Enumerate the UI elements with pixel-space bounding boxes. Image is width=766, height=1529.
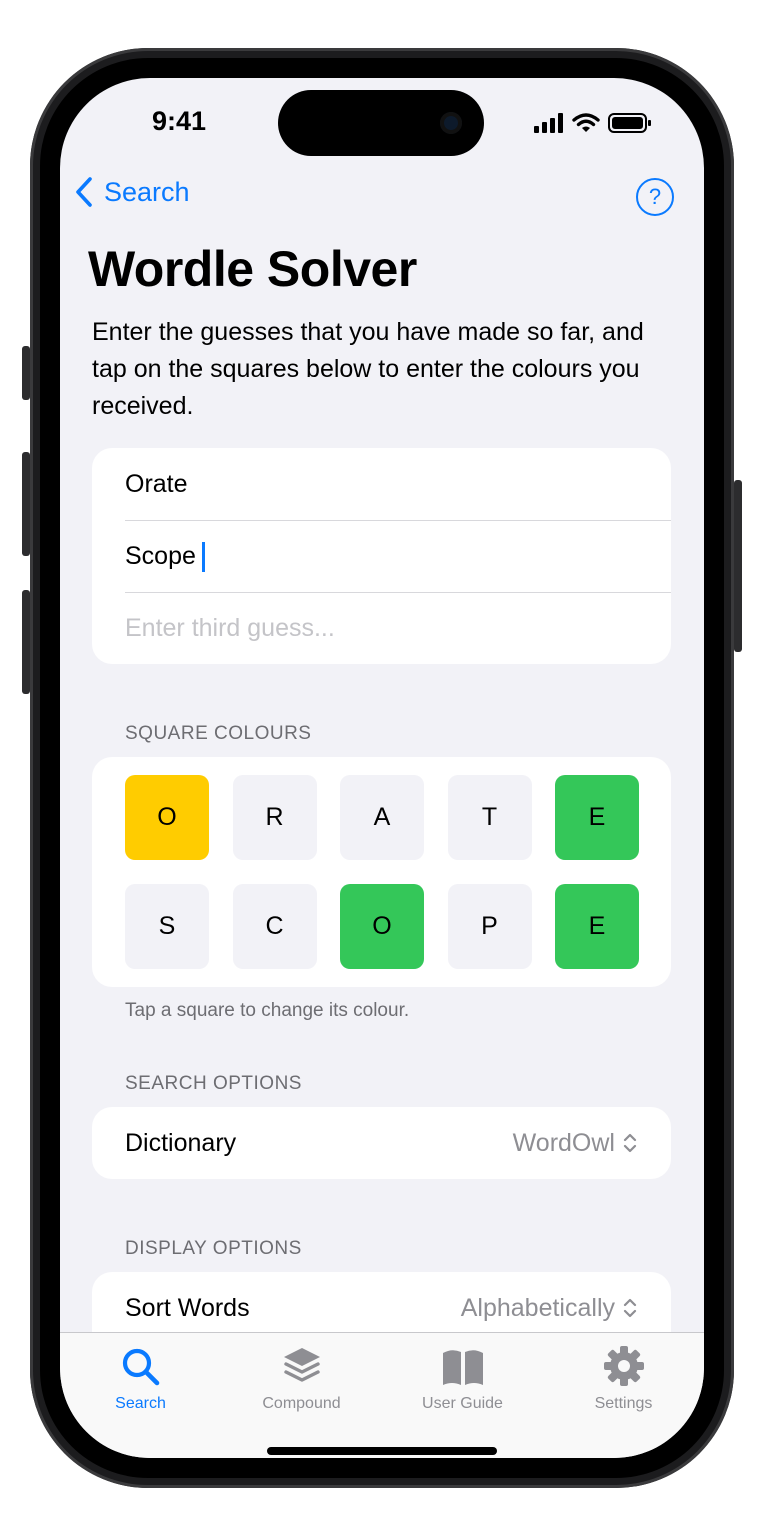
page-title: Wordle Solver [88,241,417,297]
letter-tile[interactable]: O [125,775,209,860]
search-options-card: Dictionary WordOwl [92,1107,671,1179]
guesses-card [92,448,671,664]
magnifying-glass-icon [122,1348,159,1386]
chevron-up-down-icon [623,1133,637,1153]
app-screen: 9:41 Search ? Wordle Solver Enter the gu… [60,78,704,1458]
front-camera [440,112,462,134]
help-button[interactable]: ? [636,178,674,216]
letter-tile[interactable]: P [447,884,532,969]
back-button[interactable]: Search [74,176,190,208]
letter-tile[interactable]: A [340,775,424,860]
action-button [22,346,30,400]
volume-up-button [22,452,30,556]
letter-tile[interactable]: S [125,884,209,969]
power-button [734,480,742,652]
guess-row-first [92,448,671,520]
intro-text: Enter the guesses that you have made so … [92,318,644,420]
tab-compound-label: Compound [262,1395,341,1412]
volume-down-button [22,590,30,694]
display-options-header: DISPLAY OPTIONS [125,1238,302,1259]
back-button-label: Search [104,176,190,207]
chevron-left-icon [76,177,92,207]
text-caret [202,542,205,572]
status-time: 9:41 [152,106,207,136]
wifi-icon [572,113,600,132]
dictionary-value: WordOwl [512,1129,615,1157]
tab-user-guide[interactable]: User Guide [382,1341,543,1413]
dynamic-island [278,90,484,156]
status-icons [534,112,652,134]
square-colours-header: SQUARE COLOURS [125,723,312,744]
battery-icon [608,113,651,133]
square-colours-card: O R A T E S C O P E [92,757,671,987]
tab-user-guide-label: User Guide [422,1395,503,1412]
dictionary-picker[interactable]: Dictionary WordOwl [92,1107,671,1179]
gear-icon [603,1346,644,1386]
square-colours-footnote: Tap a square to change its colour. [125,1000,410,1021]
guess-row-third [92,592,671,664]
tab-compound[interactable]: Compound [221,1341,382,1413]
tile-grid: O R A T E S C O P E [125,775,639,969]
search-options-header: SEARCH OPTIONS [125,1073,302,1094]
letter-tile[interactable]: E [555,775,639,860]
letter-tile[interactable]: O [340,884,424,969]
letter-tile[interactable]: E [555,884,639,969]
home-indicator [267,1447,497,1455]
chevron-up-down-icon [623,1298,637,1318]
letter-tile[interactable]: T [447,775,532,860]
dictionary-label: Dictionary [125,1129,237,1157]
tab-settings[interactable]: Settings [543,1341,704,1413]
letter-tile[interactable]: C [232,884,317,969]
cellular-signal-icon [534,113,563,133]
third-guess-input[interactable] [125,592,645,664]
guess-row-second [92,520,671,592]
first-guess-input[interactable] [125,448,645,520]
tab-search[interactable]: Search [60,1341,221,1413]
tab-settings-label: Settings [594,1395,653,1412]
tab-search-label: Search [115,1395,166,1412]
open-book-icon [442,1350,483,1385]
dictionary-value-wrap: WordOwl [513,1107,637,1179]
letter-tile[interactable]: R [232,775,317,860]
tab-bar: Search Compound User Guide Settings [60,1332,704,1458]
stacked-layers-icon [283,1348,320,1382]
